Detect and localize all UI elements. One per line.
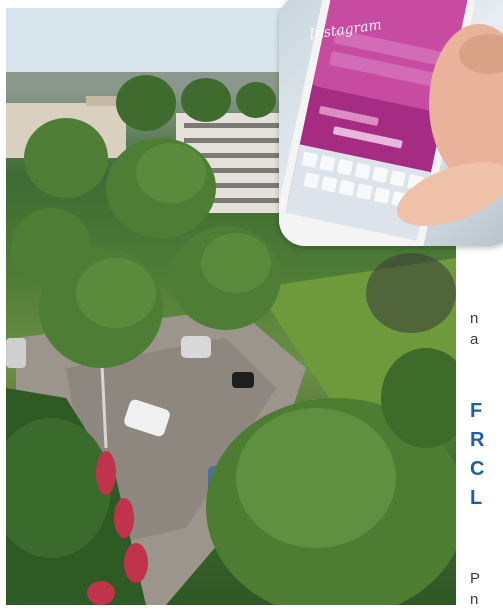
instagram-phone-inset: Instagram: [279, 0, 503, 246]
article-heading: F R C L: [470, 397, 484, 513]
body-line-1: n: [470, 310, 479, 327]
heading-line-2: R: [470, 429, 485, 451]
body-line-3: P: [470, 570, 481, 587]
body-line-4: n: [470, 591, 479, 608]
article-body: P n: [470, 568, 480, 610]
heading-line-4: L: [470, 487, 483, 509]
heading-line-1: F: [470, 400, 483, 422]
heading-line-3: C: [470, 458, 485, 480]
article-column: n a: [470, 308, 503, 350]
body-line-2: a: [470, 331, 479, 348]
